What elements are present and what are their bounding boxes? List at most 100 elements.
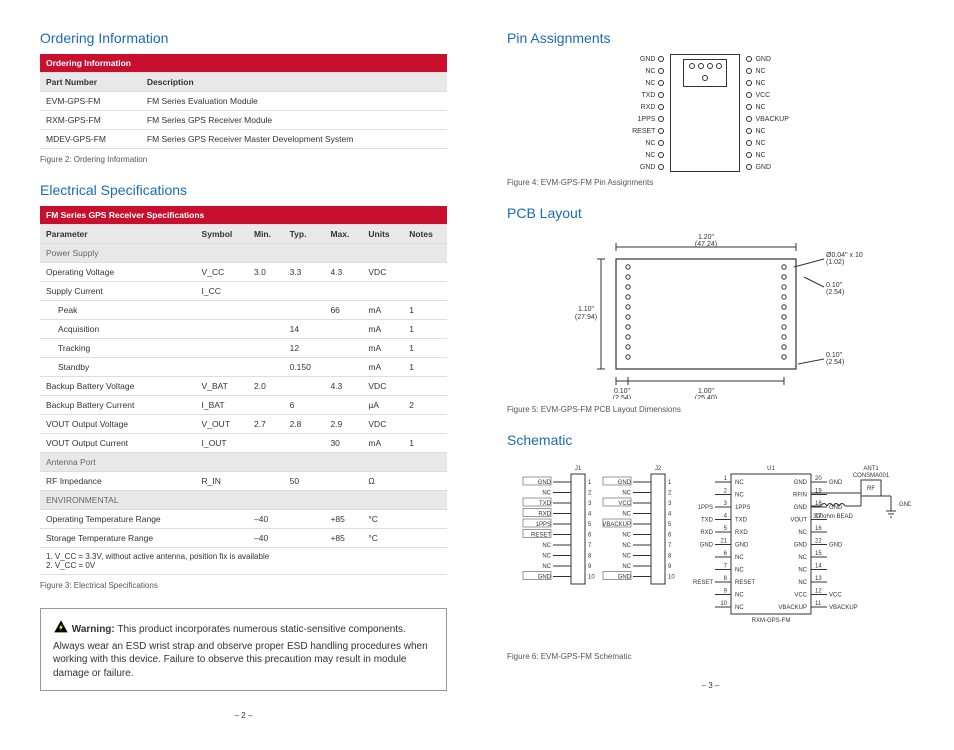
pin-label: TXD bbox=[632, 90, 664, 100]
pcb-caption: Figure 5: EVM-GPS-FM PCB Layout Dimensio… bbox=[507, 405, 914, 414]
svg-text:8: 8 bbox=[723, 576, 727, 582]
svg-text:NC: NC bbox=[622, 564, 631, 570]
elec-section: Electrical Specifications FM Series GPS … bbox=[40, 182, 447, 590]
table-row: Supply CurrentI_CC bbox=[40, 282, 447, 301]
chip-body bbox=[670, 54, 740, 172]
svg-text:1: 1 bbox=[723, 476, 727, 482]
svg-text:RESET: RESET bbox=[692, 580, 712, 586]
svg-text:7: 7 bbox=[668, 543, 672, 549]
svg-text:NC: NC bbox=[622, 543, 631, 549]
pin-label: NC bbox=[746, 66, 788, 76]
svg-text:(2.54): (2.54) bbox=[826, 359, 844, 366]
ordering-table: Ordering Information Part Number Descrip… bbox=[40, 54, 447, 149]
svg-text:9: 9 bbox=[588, 564, 592, 570]
svg-text:19: 19 bbox=[815, 489, 822, 495]
page-3: Pin Assignments GNDNCNCTXDRXD1PPSRESETNC… bbox=[507, 30, 914, 720]
pin-label: 1PPS bbox=[632, 114, 664, 124]
schem-heading: Schematic bbox=[507, 432, 914, 448]
svg-text:NC: NC bbox=[735, 493, 744, 499]
table-row: MDEV-GPS-FMFM Series GPS Receiver Master… bbox=[40, 130, 447, 149]
pin-label: NC bbox=[632, 66, 664, 76]
svg-text:VCC: VCC bbox=[794, 593, 807, 599]
svg-text:(47.24): (47.24) bbox=[694, 241, 716, 248]
pcb-heading: PCB Layout bbox=[507, 205, 914, 221]
svg-text:VCC: VCC bbox=[829, 593, 842, 599]
svg-text:NC: NC bbox=[798, 530, 807, 536]
pin-label: NC bbox=[746, 138, 788, 148]
svg-text:GND: GND bbox=[829, 480, 843, 486]
elec-caption: Figure 3: Electrical Specifications bbox=[40, 581, 447, 590]
table-row: Storage Temperature Range–40+85°C bbox=[40, 529, 447, 548]
svg-text:1: 1 bbox=[588, 480, 592, 486]
pin-label: NC bbox=[632, 138, 664, 148]
svg-text:7: 7 bbox=[588, 543, 592, 549]
svg-text:4: 4 bbox=[723, 514, 727, 520]
table-row: RF Impedance R_IN 50 Ω bbox=[40, 472, 447, 491]
svg-text:22: 22 bbox=[815, 539, 822, 545]
svg-text:6: 6 bbox=[588, 533, 592, 539]
pins-caption: Figure 4: EVM-GPS-FM Pin Assignments bbox=[507, 178, 914, 187]
svg-text:VBACKUP: VBACKUP bbox=[778, 605, 807, 611]
svg-text:(2.54): (2.54) bbox=[612, 395, 630, 399]
ordering-caption: Figure 2: Ordering Information bbox=[40, 155, 447, 164]
table-row: Backup Battery VoltageV_BAT2.04.3VDC bbox=[40, 377, 447, 396]
svg-text:VOUT: VOUT bbox=[790, 518, 807, 524]
pin-hole-icon bbox=[658, 140, 664, 146]
svg-text:RFIN: RFIN bbox=[793, 493, 807, 499]
svg-text:4: 4 bbox=[588, 512, 592, 518]
pcb-section: PCB Layout 1.20" (47.24) 1.10" (27.94) Ø… bbox=[507, 205, 914, 414]
svg-text:ANT1: ANT1 bbox=[863, 466, 879, 472]
svg-text:6: 6 bbox=[723, 551, 727, 557]
elec-heading: Electrical Specifications bbox=[40, 182, 447, 198]
svg-text:NC: NC bbox=[542, 543, 551, 549]
svg-text:1.10": 1.10" bbox=[577, 306, 594, 313]
svg-text:6: 6 bbox=[668, 533, 672, 539]
elec-table: FM Series GPS Receiver Specifications Pa… bbox=[40, 206, 447, 575]
svg-text:(2.54): (2.54) bbox=[826, 289, 844, 296]
svg-text:3: 3 bbox=[723, 501, 727, 507]
svg-text:NC: NC bbox=[735, 605, 744, 611]
table-row: Acquisition14mA1 bbox=[40, 320, 447, 339]
svg-text:RXD: RXD bbox=[700, 530, 713, 536]
pin-hole-icon bbox=[658, 68, 664, 74]
svg-text:4: 4 bbox=[668, 512, 672, 518]
svg-text:10: 10 bbox=[720, 601, 727, 607]
svg-text:NC: NC bbox=[798, 568, 807, 574]
svg-text:NC: NC bbox=[735, 568, 744, 574]
pin-hole-icon bbox=[746, 92, 752, 98]
svg-text:2: 2 bbox=[723, 489, 727, 495]
schem-section: Schematic J1 1GND2NC3TXD4RXD51PPS6RESET7… bbox=[507, 432, 914, 661]
svg-text:9: 9 bbox=[723, 589, 727, 595]
svg-text:TXD: TXD bbox=[735, 518, 748, 524]
col-desc: Description bbox=[141, 73, 447, 92]
pin-label: RXD bbox=[632, 102, 664, 112]
table-row: VOUT Output VoltageV_OUT2.72.82.9VDC bbox=[40, 415, 447, 434]
pin-label: VCC bbox=[746, 90, 788, 100]
svg-text:RXD: RXD bbox=[735, 530, 748, 536]
svg-text:NC: NC bbox=[542, 554, 551, 560]
svg-text:20: 20 bbox=[815, 476, 822, 482]
svg-text:NC: NC bbox=[622, 491, 631, 497]
svg-text:7: 7 bbox=[723, 564, 727, 570]
svg-text:GND: GND bbox=[793, 480, 807, 486]
pin-hole-icon bbox=[746, 116, 752, 122]
ordering-table-title: Ordering Information bbox=[40, 54, 447, 73]
chip-top-icon bbox=[683, 59, 727, 87]
page-number: – 2 – bbox=[40, 711, 447, 720]
pin-hole-icon bbox=[746, 128, 752, 134]
svg-text:VBACKUP: VBACKUP bbox=[829, 605, 858, 611]
svg-text:NC: NC bbox=[735, 593, 744, 599]
svg-text:NC: NC bbox=[735, 555, 744, 561]
svg-text:(1.02): (1.02) bbox=[826, 259, 844, 266]
pin-hole-icon bbox=[658, 164, 664, 170]
pin-hole-icon bbox=[658, 116, 664, 122]
svg-text:14: 14 bbox=[815, 564, 822, 570]
svg-text:(25.40): (25.40) bbox=[694, 395, 716, 399]
svg-text:GND: GND bbox=[829, 505, 843, 511]
svg-text:21: 21 bbox=[720, 539, 727, 545]
svg-text:Ø0.04" x 10: Ø0.04" x 10 bbox=[826, 252, 863, 259]
pin-label: GND bbox=[632, 162, 664, 172]
table-row: EVM-GPS-FMFM Series Evaluation Module bbox=[40, 92, 447, 111]
pin-hole-icon bbox=[746, 140, 752, 146]
pin-label: RESET bbox=[632, 126, 664, 136]
